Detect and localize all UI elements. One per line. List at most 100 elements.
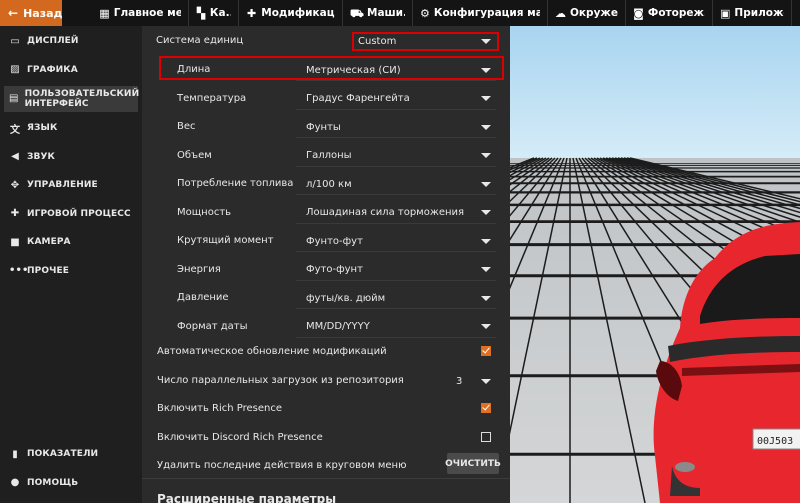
dropdown-underline <box>296 137 496 138</box>
unit-value: Фунты <box>306 121 341 133</box>
top-tab[interactable]: ◙Фотореж... <box>626 0 713 26</box>
back-button[interactable]: ← Назад <box>0 0 62 26</box>
chevron-down-icon <box>481 124 491 130</box>
unit-dropdown[interactable]: MM/DD/YYYY <box>302 319 497 335</box>
top-tab[interactable]: ⚙Конфигурация маши... <box>413 0 548 26</box>
unit-value: Градус Фаренгейта <box>306 93 410 104</box>
settings-panel: Система единиц Custom Длина Метрическая (… <box>142 26 510 503</box>
unit-value: Лошадиная сила торможения <box>306 207 465 218</box>
sidebar-item[interactable]: ▭ Дисплей <box>0 27 142 56</box>
unit-label: Объем <box>177 149 212 161</box>
dropdown-underline <box>296 108 496 110</box>
sidebar-item[interactable]: ◀ Звук <box>0 143 142 172</box>
sidebar-item-label: Помощь <box>27 477 79 488</box>
sidebar-bottom-item[interactable]: ● Помощь <box>0 469 142 498</box>
parallel-downloads-dropdown[interactable]: 3 <box>452 373 497 389</box>
unit-label: Длина <box>177 64 211 75</box>
grid-icon: ▦ <box>99 6 110 20</box>
camera-icon: ◙ <box>633 6 644 20</box>
chevron-down-icon <box>481 181 491 187</box>
unit-label: Крутящий момент <box>177 235 274 246</box>
sidebar-item[interactable]: ■ Камера <box>0 228 142 257</box>
chevron-down-icon <box>481 267 491 272</box>
auto-update-label: Автоматическое обновление модификаций <box>157 346 387 357</box>
sidebar-item-label: Графика <box>27 64 78 75</box>
unit-dropdown[interactable]: Футо-фунт <box>302 262 497 278</box>
scene-svg: 00J503 <box>510 26 800 503</box>
auto-update-checkbox[interactable] <box>481 346 491 356</box>
top-tab-label: Фотореж... <box>647 7 705 19</box>
discord-presence-checkbox[interactable] <box>481 432 491 442</box>
unit-system-dropdown[interactable]: Custom <box>352 32 499 51</box>
unit-system-label: Система единиц <box>156 35 244 46</box>
unit-value: Метрическая (СИ) <box>306 64 401 76</box>
unit-dropdown[interactable]: футы/кв. дюйм <box>302 290 497 306</box>
sidebar-item-label: Пользовательский интерфейс <box>24 89 140 109</box>
dropdown-underline <box>296 80 496 81</box>
top-tab-label: Конфигурация маши... <box>433 7 540 19</box>
sidebar-item[interactable]: ••• Прочее <box>0 257 142 286</box>
sidebar-item[interactable]: ▨ Графика <box>0 56 142 85</box>
unit-label: Температура <box>177 92 247 104</box>
dropdown-underline <box>296 279 496 281</box>
chevron-down-icon <box>481 378 491 384</box>
image-icon: ▨ <box>10 64 20 76</box>
sidebar-item-label: Язык <box>27 123 58 134</box>
chevron-down-icon <box>481 324 491 329</box>
chevron-down-icon <box>481 210 491 215</box>
license-plate: 00J503 <box>757 436 793 447</box>
rich-presence-label: Включить Rich Presence <box>157 403 283 414</box>
clear-button[interactable]: ОЧИСТИТЬ <box>445 453 501 474</box>
help-icon: ● <box>10 477 20 489</box>
dropdown-underline <box>296 251 496 252</box>
speaker-icon: ◀ <box>11 151 19 163</box>
chevron-down-icon <box>481 295 491 301</box>
divider <box>142 478 510 479</box>
top-tab[interactable]: ▚Ка... <box>189 0 239 26</box>
unit-value: Фунто-фут <box>306 235 363 247</box>
sky <box>510 26 800 161</box>
unit-dropdown[interactable]: л/100 км <box>302 176 497 192</box>
top-tab-label: Маши... <box>367 7 405 19</box>
unit-dropdown[interactable]: Фунто-фут <box>302 233 497 249</box>
top-tab-label: Ка... <box>209 7 231 19</box>
sidebar-item-label: Звук <box>27 151 55 162</box>
unit-dropdown[interactable]: Градус Фаренгейта <box>302 91 497 107</box>
sidebar-item[interactable]: ✚ Игровой процесс <box>0 200 142 229</box>
top-bar: ← Назад ▦Главное ме...▚Ка...✚Модификац..… <box>0 0 800 26</box>
unit-label: Вес <box>177 121 196 132</box>
discord-presence-label: Включить Discord Rich Presence <box>157 432 323 443</box>
top-tab[interactable]: ▣Приложен <box>713 0 792 26</box>
unit-dropdown[interactable]: Галлоны <box>302 148 497 164</box>
chevron-down-icon <box>481 96 491 101</box>
dropdown-underline <box>296 336 496 338</box>
unit-label: Энергия <box>177 263 221 275</box>
top-tab-label: Окружен... <box>570 7 618 19</box>
unit-label: Формат даты <box>177 320 248 332</box>
unit-dropdown[interactable]: Метрическая (СИ) <box>302 62 497 78</box>
top-tab[interactable]: ⛟Маши... <box>343 0 413 26</box>
sidebar-item-label: Управление <box>27 180 98 191</box>
puzzle-icon: ✚ <box>10 208 20 220</box>
chevron-down-icon <box>481 153 491 158</box>
monitor-icon: ▭ <box>10 35 20 47</box>
sidebar-bottom-item[interactable]: ▮ Показатели <box>0 440 142 469</box>
sidebar-item[interactable]: ▤ Пользовательский интерфейс <box>4 86 140 112</box>
sidebar-item-label: Прочее <box>27 265 69 276</box>
top-tab[interactable]: ▦Главное ме... <box>92 0 189 26</box>
arrow-left-icon: ← <box>8 6 19 20</box>
car-wrench-icon: ⚙ <box>420 6 430 20</box>
clear-radial-label: Удалить последние действия в круговом ме… <box>157 460 407 471</box>
sidebar-item[interactable]: ✥ Управление <box>0 171 142 200</box>
top-tab[interactable]: ✚ Модификац... <box>239 0 343 26</box>
unit-dropdown[interactable]: Лошадиная сила торможения <box>302 205 497 221</box>
dropdown-underline <box>296 165 496 167</box>
unit-dropdown[interactable]: Фунты <box>302 119 497 135</box>
sidebar-item[interactable]: 文 Язык <box>0 114 142 143</box>
dots-icon: ••• <box>9 265 29 277</box>
chevron-down-icon <box>481 39 491 44</box>
top-tab[interactable]: ☁ Окружен... <box>548 0 626 26</box>
video-camera-icon: ■ <box>10 236 20 248</box>
vehicle-3d-view[interactable]: 00J503 <box>510 26 800 503</box>
rich-presence-checkbox[interactable] <box>481 403 491 413</box>
